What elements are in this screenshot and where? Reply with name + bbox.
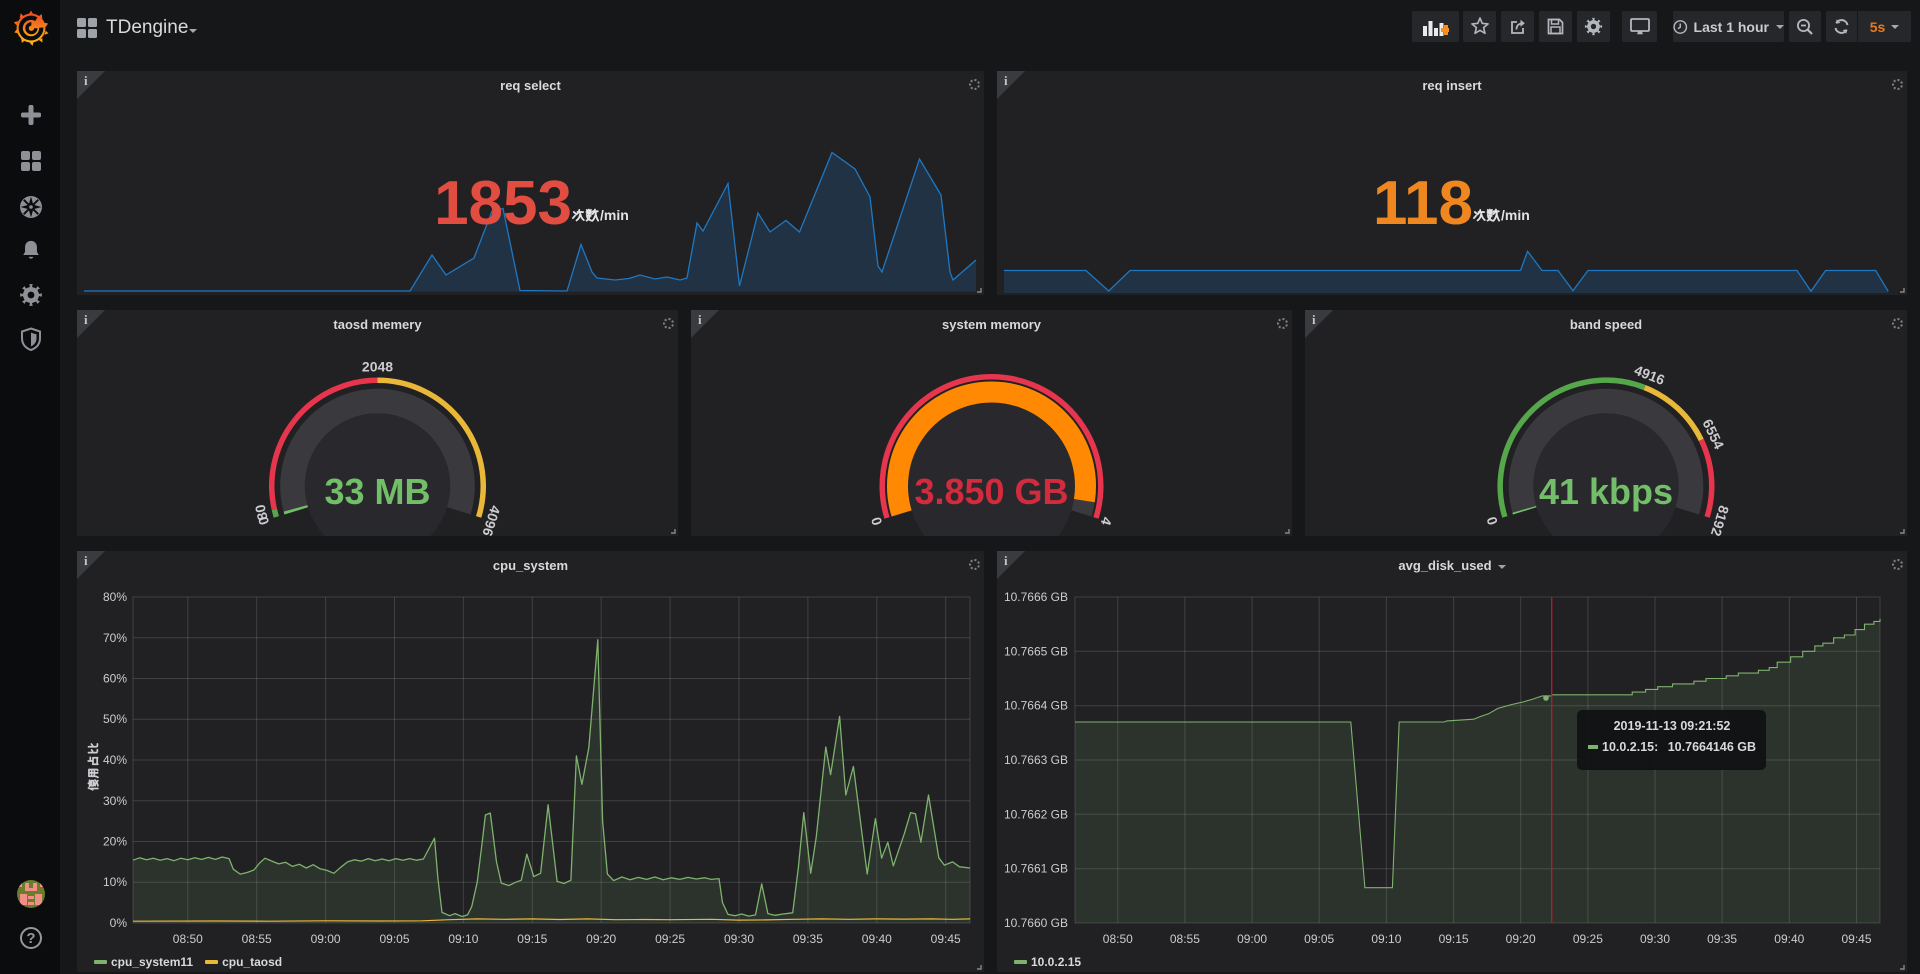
svg-text:30%: 30%	[103, 794, 127, 808]
svg-text:09:45: 09:45	[931, 932, 961, 946]
svg-text:0: 0	[1483, 515, 1501, 527]
svg-text:09:30: 09:30	[1640, 932, 1670, 946]
svg-text:10.7664 GB: 10.7664 GB	[1004, 699, 1068, 713]
svg-text:20%: 20%	[103, 835, 127, 849]
svg-text:80%: 80%	[103, 590, 127, 604]
svg-text:09:15: 09:15	[1439, 932, 1469, 946]
svg-text:40%: 40%	[103, 753, 127, 767]
svg-text:10%: 10%	[103, 875, 127, 889]
svg-text:09:40: 09:40	[1774, 932, 1804, 946]
svg-text:3.850 GB: 3.850 GB	[914, 471, 1068, 512]
svg-text:09:15: 09:15	[517, 932, 547, 946]
svg-text:80: 80	[252, 503, 271, 522]
svg-text:10.7661 GB: 10.7661 GB	[1004, 862, 1068, 876]
svg-text:09:45: 09:45	[1841, 932, 1871, 946]
svg-text:09:30: 09:30	[724, 932, 754, 946]
svg-text:50%: 50%	[103, 712, 127, 726]
svg-text:60%: 60%	[103, 672, 127, 686]
svg-text:0: 0	[868, 515, 886, 527]
svg-text:08:55: 08:55	[1170, 932, 1200, 946]
svg-text:08:50: 08:50	[1103, 932, 1133, 946]
svg-text:70%: 70%	[103, 631, 127, 645]
svg-text:09:25: 09:25	[655, 932, 685, 946]
svg-text:10.7666 GB: 10.7666 GB	[1004, 590, 1068, 604]
svg-text:09:05: 09:05	[1304, 932, 1334, 946]
svg-text:09:00: 09:00	[1237, 932, 1267, 946]
svg-text:09:05: 09:05	[379, 932, 409, 946]
svg-text:2048: 2048	[362, 359, 393, 375]
svg-text:10.7660 GB: 10.7660 GB	[1004, 916, 1068, 930]
svg-text:09:35: 09:35	[793, 932, 823, 946]
svg-text:09:40: 09:40	[862, 932, 892, 946]
svg-text:09:35: 09:35	[1707, 932, 1737, 946]
svg-text:09:10: 09:10	[448, 932, 478, 946]
svg-text:10.7662 GB: 10.7662 GB	[1004, 807, 1068, 821]
svg-text:4: 4	[1098, 515, 1116, 527]
svg-text:08:55: 08:55	[242, 932, 272, 946]
svg-text:33 MB: 33 MB	[324, 471, 430, 512]
svg-text:08:50: 08:50	[173, 932, 203, 946]
svg-text:09:20: 09:20	[1506, 932, 1536, 946]
svg-text:10.7663 GB: 10.7663 GB	[1004, 753, 1068, 767]
svg-text:09:10: 09:10	[1371, 932, 1401, 946]
svg-text:10.7665 GB: 10.7665 GB	[1004, 644, 1068, 658]
svg-text:0%: 0%	[110, 916, 128, 930]
svg-text:09:20: 09:20	[586, 932, 616, 946]
svg-text:09:00: 09:00	[311, 932, 341, 946]
svg-text:09:25: 09:25	[1573, 932, 1603, 946]
svg-text:41 kbps: 41 kbps	[1539, 471, 1673, 512]
